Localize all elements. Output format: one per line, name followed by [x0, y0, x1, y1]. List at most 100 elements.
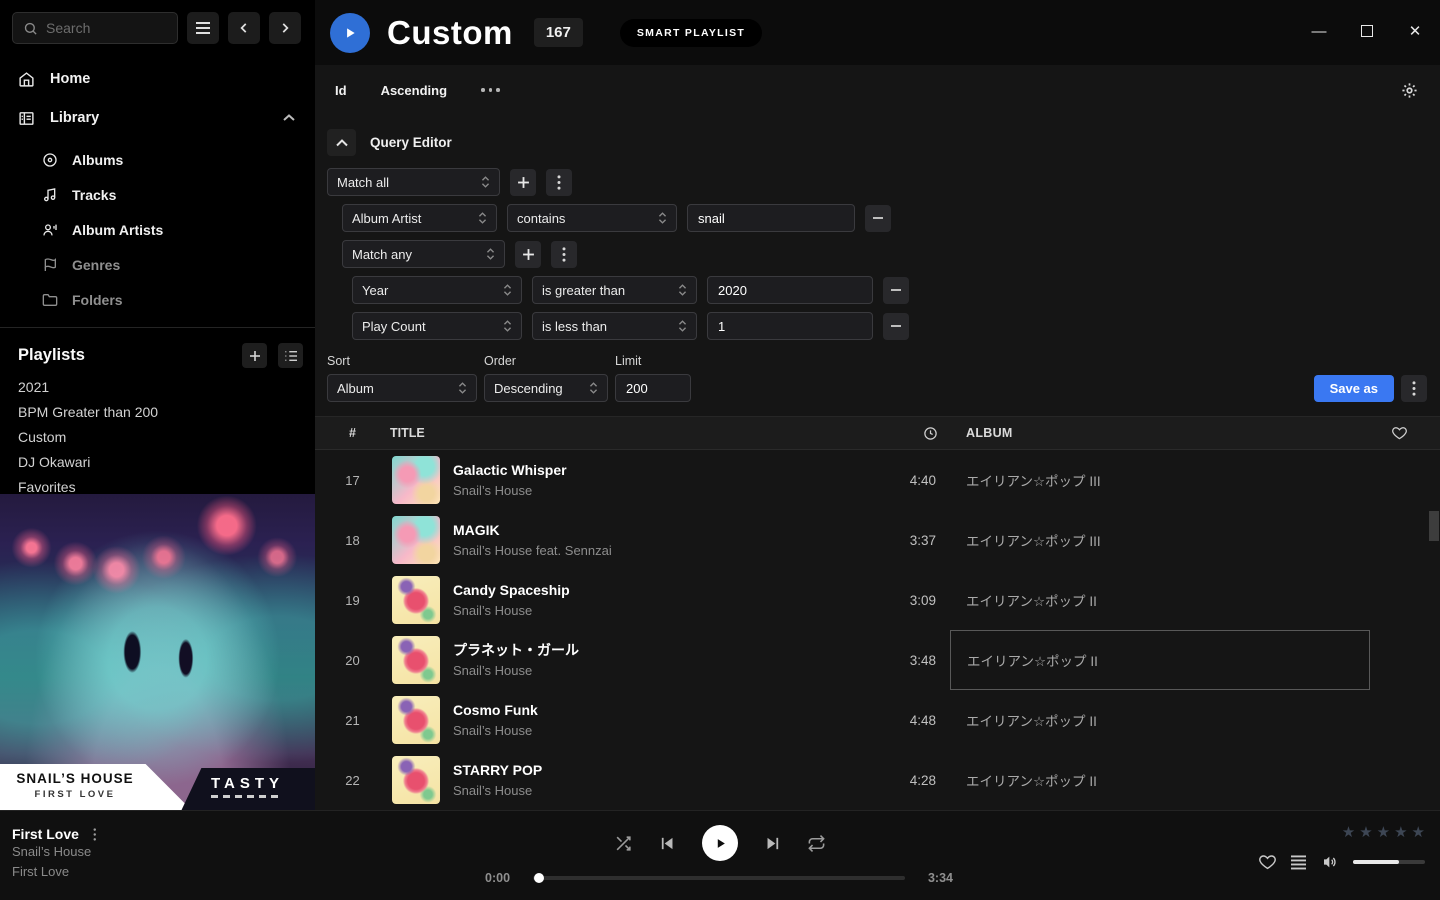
track-artist[interactable]: Snail’s House — [453, 662, 579, 680]
track-album-cell[interactable]: エイリアン☆ポップ II — [950, 690, 1370, 750]
scrollbar-thumb[interactable] — [1429, 511, 1439, 541]
playlist-list-button[interactable] — [278, 343, 303, 368]
album-art-thumbnail[interactable] — [392, 516, 440, 564]
play-playlist-button[interactable] — [330, 13, 370, 53]
order-select[interactable]: Descending — [484, 374, 608, 402]
now-playing-album[interactable]: First Love — [12, 862, 96, 882]
chevron-up-icon[interactable] — [283, 114, 295, 122]
table-row[interactable]: 20 プラネット・ガール Snail’s House 3:48 エイリアン☆ポッ… — [315, 630, 1440, 690]
rule-operator-select[interactable]: contains — [507, 204, 677, 232]
table-row[interactable]: 18 MAGIK Snail’s House feat. Sennzai 3:3… — [315, 510, 1440, 570]
play-pause-button[interactable] — [702, 825, 738, 861]
star-icon[interactable]: ★ — [1359, 825, 1372, 841]
search-input[interactable] — [46, 20, 156, 36]
table-row[interactable]: 17 Galactic Whisper Snail’s House 4:40 エ… — [315, 450, 1440, 510]
now-playing-menu-icon[interactable] — [93, 828, 97, 841]
playlist-item[interactable]: DJ Okawari — [0, 449, 315, 474]
sidebar-item-genres[interactable]: Genres — [0, 247, 315, 282]
next-track-button[interactable] — [764, 835, 781, 852]
rule-menu-button[interactable] — [546, 169, 572, 196]
track-album-cell[interactable]: エイリアン☆ポップ II — [950, 570, 1370, 630]
star-icon[interactable]: ★ — [1377, 825, 1390, 841]
window-minimize-button[interactable]: — — [1310, 22, 1328, 40]
settings-gear-icon[interactable] — [1401, 82, 1418, 99]
track-artist[interactable]: Snail’s House — [453, 722, 538, 740]
album-art-thumbnail[interactable] — [392, 456, 440, 504]
save-as-button[interactable]: Save as — [1314, 375, 1394, 402]
group-rule-operator-select[interactable]: is less than — [532, 312, 697, 340]
rule-field-select[interactable]: Album Artist — [342, 204, 497, 232]
track-title[interactable]: プラネット・ガール — [453, 641, 579, 660]
duration-column-clock-icon[interactable] — [923, 426, 950, 441]
rule-value-input[interactable] — [687, 204, 855, 232]
remove-group-rule-button[interactable] — [883, 313, 909, 340]
track-title[interactable]: Galactic Whisper — [453, 461, 567, 480]
now-playing-artist[interactable]: Snail’s House — [12, 842, 96, 862]
album-art-thumbnail[interactable] — [392, 756, 440, 804]
track-artist[interactable]: Snail’s House feat. Sennzai — [453, 542, 612, 560]
group-rule-field-select[interactable]: Play Count — [352, 312, 522, 340]
album-art-thumbnail[interactable] — [392, 576, 440, 624]
sidebar-item-home[interactable]: Home — [0, 64, 315, 94]
queue-button[interactable] — [1290, 855, 1307, 870]
window-maximize-button[interactable] — [1358, 22, 1376, 40]
track-artist[interactable]: Snail’s House — [453, 602, 570, 620]
column-header-number[interactable]: # — [315, 426, 390, 440]
track-artist[interactable]: Snail’s House — [453, 782, 542, 800]
table-row[interactable]: 22 STARRY POP Snail’s House 4:28 エイリアン☆ポ… — [315, 750, 1440, 810]
track-title[interactable]: Candy Spaceship — [453, 581, 570, 600]
group-rule-operator-select[interactable]: is greater than — [532, 276, 697, 304]
save-menu-button[interactable] — [1401, 375, 1427, 402]
track-artist[interactable]: Snail’s House — [453, 482, 567, 500]
column-header-title[interactable]: TITLE — [390, 426, 870, 440]
add-group-rule-button[interactable] — [515, 241, 541, 268]
group-match-type-select[interactable]: Match any — [342, 240, 505, 268]
remove-group-rule-button[interactable] — [883, 277, 909, 304]
more-options-icon[interactable] — [481, 88, 500, 92]
favorite-heart-button[interactable] — [1259, 854, 1276, 870]
group-rule-value-input[interactable] — [707, 312, 873, 340]
group-rule-value-input[interactable] — [707, 276, 873, 304]
window-close-button[interactable]: ✕ — [1406, 22, 1424, 40]
volume-slider[interactable] — [1353, 860, 1425, 864]
sidebar-item-library[interactable]: Library — [0, 103, 315, 133]
now-playing-title[interactable]: First Love — [12, 826, 79, 842]
column-header-album[interactable]: ALBUM — [950, 426, 1370, 440]
track-album-cell[interactable]: エイリアン☆ポップ II — [950, 630, 1370, 690]
seek-bar[interactable] — [533, 876, 905, 880]
collapse-query-editor-button[interactable] — [327, 129, 356, 156]
sidebar-item-albums[interactable]: Albums — [0, 142, 315, 177]
sort-select[interactable]: Album — [327, 374, 477, 402]
table-scrollbar[interactable] — [1428, 451, 1440, 810]
track-title[interactable]: STARRY POP — [453, 761, 542, 780]
track-title[interactable]: Cosmo Funk — [453, 701, 538, 720]
playlist-item[interactable]: 2021 — [0, 374, 315, 399]
star-icon[interactable]: ★ — [1412, 825, 1425, 841]
seek-knob[interactable] — [534, 873, 544, 883]
table-row[interactable]: 19 Candy Spaceship Snail’s House 3:09 エイ… — [315, 570, 1440, 630]
group-rule-field-select[interactable]: Year — [352, 276, 522, 304]
playlist-item[interactable]: Custom — [0, 424, 315, 449]
sidebar-item-album-artists[interactable]: Album Artists — [0, 212, 315, 247]
group-menu-button[interactable] — [551, 241, 577, 268]
remove-rule-button[interactable] — [865, 205, 891, 232]
favorite-column-heart-icon[interactable] — [1392, 426, 1407, 440]
track-album-cell[interactable]: エイリアン☆ポップ III — [950, 510, 1370, 570]
match-type-select[interactable]: Match all — [327, 168, 500, 196]
album-art-thumbnail[interactable] — [392, 696, 440, 744]
sidebar-item-tracks[interactable]: Tracks — [0, 177, 315, 212]
now-playing-artwork[interactable]: SNAIL’S HOUSE FIRST LOVE TASTY — [0, 494, 315, 810]
limit-input[interactable] — [615, 374, 691, 402]
nav-forward-button[interactable] — [269, 12, 301, 44]
add-rule-button[interactable] — [510, 169, 536, 196]
add-playlist-button[interactable] — [242, 343, 267, 368]
rating-stars[interactable]: ★★★★★ — [1259, 825, 1425, 841]
track-album-cell[interactable]: エイリアン☆ポップ III — [950, 450, 1370, 510]
nav-back-button[interactable] — [228, 12, 260, 44]
menu-button[interactable] — [187, 12, 219, 44]
star-icon[interactable]: ★ — [1342, 825, 1355, 841]
sort-field-button[interactable]: Id — [335, 83, 347, 98]
volume-icon[interactable] — [1321, 854, 1339, 870]
album-art-thumbnail[interactable] — [392, 636, 440, 684]
playlist-item[interactable]: BPM Greater than 200 — [0, 399, 315, 424]
